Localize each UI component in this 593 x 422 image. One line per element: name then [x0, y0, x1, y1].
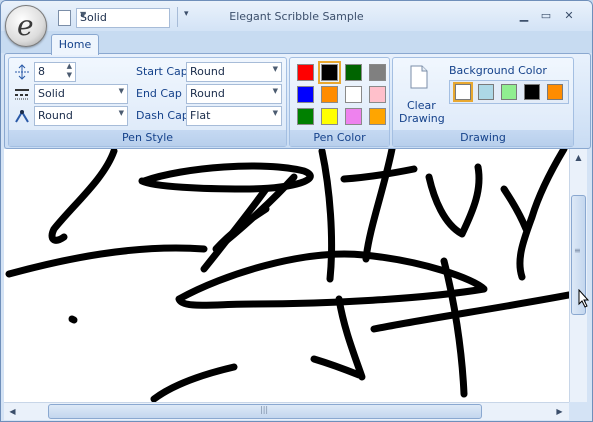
chevron-down-icon: ▼ — [272, 65, 278, 73]
background-color-swatch[interactable] — [547, 84, 563, 100]
ink-stroke — [310, 355, 363, 379]
arrow-cursor-icon — [578, 289, 590, 308]
pen-color-swatch[interactable] — [318, 61, 341, 84]
background-color-swatch[interactable] — [453, 82, 473, 102]
minimize-icon[interactable]: ▁ — [517, 9, 531, 23]
ink-stroke — [200, 185, 270, 273]
end-cap-label: End Cap — [136, 87, 182, 100]
title-bar: Solid ▼ ▾ Elegant Scribble Sample ▁ ▭ ✕ — [1, 1, 592, 31]
group-pen-color: Pen Color — [289, 57, 390, 147]
chevron-down-icon: ▼ — [272, 109, 278, 117]
background-color-swatch[interactable] — [478, 84, 494, 100]
dash-style-value: Solid — [38, 87, 65, 100]
pen-style-group-label: Pen Style — [9, 130, 286, 146]
start-cap-value: Round — [190, 65, 225, 78]
pen-color-swatch[interactable] — [369, 108, 386, 125]
orb-letter: e — [17, 9, 34, 42]
close-icon[interactable]: ✕ — [562, 9, 576, 23]
background-color-gallery — [449, 80, 569, 104]
line-join-combo[interactable]: Round ▼ — [34, 106, 128, 126]
ink-stroke — [500, 185, 530, 233]
chevron-down-icon: ▼ — [272, 87, 278, 95]
dash-cap-combo[interactable]: Flat ▼ — [186, 106, 282, 126]
scroll-up-icon[interactable]: ▲ — [571, 150, 586, 165]
ribbon-panel: 8 ▲ ▼ Solid ▼ Round ▼ Start Cap Round ▼ … — [4, 53, 591, 149]
ink-stroke — [440, 257, 468, 398]
end-cap-value: Round — [190, 87, 225, 100]
scribble-strokes — [5, 149, 569, 402]
maximize-icon[interactable]: ▭ — [539, 9, 553, 23]
horizontal-scroll-thumb[interactable]: ||| — [48, 404, 482, 419]
background-color-swatch[interactable] — [524, 84, 540, 100]
pen-color-group-label: Pen Color — [290, 130, 389, 146]
grip-icon: ≡ — [574, 246, 581, 255]
clear-drawing-button[interactable]: Clear Drawing — [396, 61, 445, 127]
chevron-down-icon: ▼ — [118, 109, 124, 117]
pen-color-swatch[interactable] — [297, 86, 314, 103]
line-join-icon — [15, 110, 29, 123]
tab-home[interactable]: Home — [51, 34, 99, 55]
window-title: Elegant Scribble Sample — [229, 10, 364, 23]
ink-stroke — [425, 163, 483, 238]
scroll-left-icon[interactable]: ◀ — [5, 404, 20, 419]
ink-stroke — [68, 315, 78, 324]
dash-style-icon — [15, 89, 29, 100]
clear-drawing-label-line1: Clear — [407, 99, 436, 112]
grip-icon: ||| — [260, 405, 269, 414]
start-cap-label: Start Cap — [136, 65, 188, 78]
ink-stroke — [150, 363, 238, 402]
ink-stroke — [318, 149, 336, 283]
dash-cap-value: Flat — [190, 109, 211, 122]
pen-color-swatch[interactable] — [369, 64, 386, 81]
pen-width-value: 8 — [38, 65, 45, 78]
group-pen-style: 8 ▲ ▼ Solid ▼ Round ▼ Start Cap Round ▼ … — [8, 57, 287, 147]
scrollbar-corner — [569, 402, 587, 420]
pen-color-swatch[interactable] — [297, 64, 314, 81]
scroll-right-icon[interactable]: ▶ — [552, 404, 567, 419]
pen-color-swatch[interactable] — [297, 108, 314, 125]
ink-stroke — [362, 149, 396, 263]
dash-style-combo[interactable]: Solid ▼ — [34, 84, 128, 104]
pen-width-spinner[interactable]: 8 ▲ ▼ — [34, 62, 76, 82]
ink-stroke — [340, 165, 418, 183]
background-color-label: Background Color — [449, 64, 547, 77]
group-drawing: Clear Drawing Background Color Drawing — [392, 57, 574, 147]
ink-stroke — [48, 149, 118, 244]
pen-color-swatch[interactable] — [345, 64, 362, 81]
horizontal-scrollbar[interactable]: ◀ ||| ▶ — [4, 402, 569, 420]
app-window: Solid ▼ ▾ Elegant Scribble Sample ▁ ▭ ✕ … — [0, 0, 593, 422]
vertical-scrollbar[interactable]: ▲ ≡ ▼ — [569, 149, 587, 420]
line-join-value: Round — [38, 109, 73, 122]
chevron-down-icon: ▼ — [118, 87, 124, 95]
ink-stroke — [516, 149, 568, 281]
background-color-swatch[interactable] — [501, 84, 517, 100]
drawing-canvas[interactable] — [4, 149, 569, 402]
pen-color-swatch[interactable] — [321, 108, 338, 125]
application-button[interactable]: e — [5, 5, 47, 47]
end-cap-combo[interactable]: Round ▼ — [186, 84, 282, 104]
spin-up-icon[interactable]: ▲ — [67, 62, 72, 70]
pen-color-swatch[interactable] — [345, 108, 362, 125]
pen-width-icon — [15, 64, 29, 80]
drawing-group-label: Drawing — [393, 130, 573, 146]
ink-stroke — [5, 244, 208, 278]
pen-color-swatch[interactable] — [321, 86, 338, 103]
spin-down-icon[interactable]: ▼ — [67, 71, 72, 79]
page-icon — [410, 65, 428, 89]
start-cap-combo[interactable]: Round ▼ — [186, 62, 282, 82]
dash-cap-label: Dash Cap — [136, 109, 189, 122]
clear-drawing-label-line2: Drawing — [399, 112, 445, 125]
pen-color-swatch[interactable] — [345, 86, 362, 103]
pen-color-swatch[interactable] — [369, 86, 386, 103]
